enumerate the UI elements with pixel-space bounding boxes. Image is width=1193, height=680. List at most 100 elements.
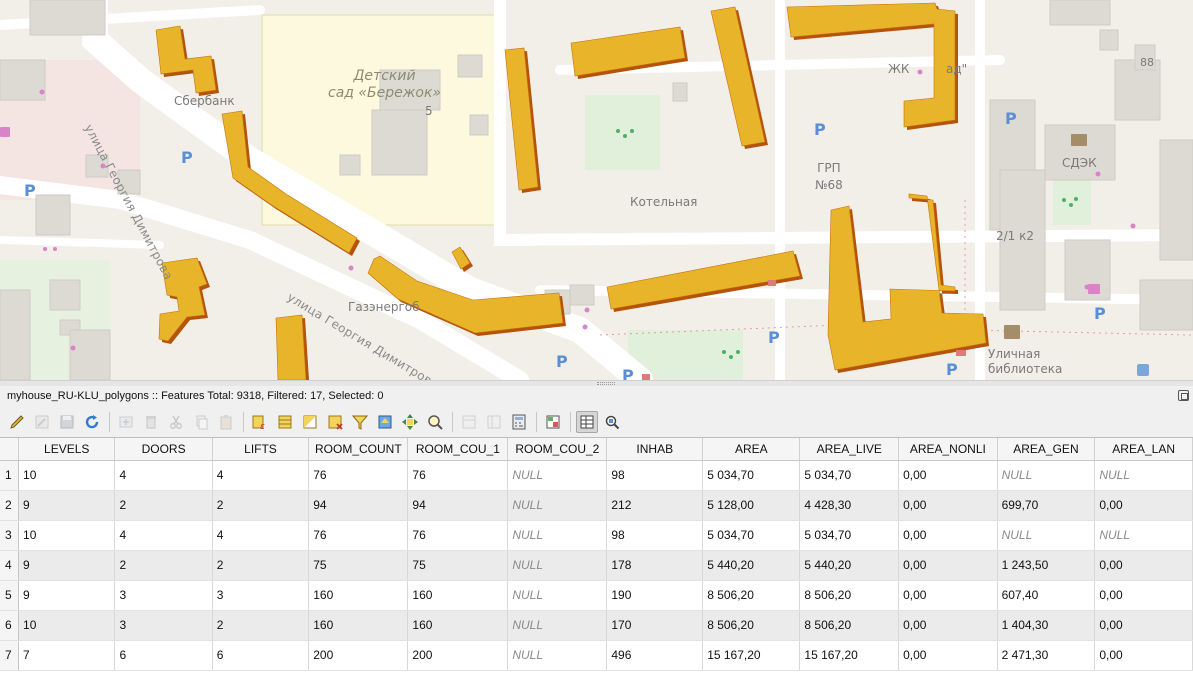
table-cell[interactable]: 10: [18, 460, 116, 491]
table-row[interactable]: 7 7 6 6 200 200 NULL 496 15 167,20 15 167,20 0,00 2…: [0, 640, 1193, 671]
table-cell[interactable]: 98: [606, 460, 704, 491]
table-cell[interactable]: 8 506,20: [702, 580, 801, 611]
table-row[interactable]: 5 9 3 3 160 160 NULL 190 8 506,20 8 506,20 0,00 607…: [0, 580, 1193, 611]
table-cell[interactable]: 2 471,30: [997, 640, 1096, 671]
table-cell[interactable]: 3: [114, 580, 213, 611]
table-cell[interactable]: 76: [308, 460, 409, 491]
table-cell[interactable]: 0,00: [1094, 640, 1193, 671]
conditional-format-button[interactable]: [542, 411, 564, 433]
table-cell[interactable]: 4: [114, 460, 213, 491]
column-header[interactable]: INHAB: [606, 438, 704, 461]
cut-button[interactable]: [165, 411, 187, 433]
table-cell[interactable]: 0,00: [1094, 490, 1193, 521]
delete-field-button[interactable]: [483, 411, 505, 433]
table-cell[interactable]: 3: [114, 610, 213, 641]
table-cell[interactable]: 4: [212, 460, 310, 491]
move-top-button[interactable]: [374, 411, 396, 433]
table-cell[interactable]: 0,00: [898, 610, 998, 641]
multi-edit-button[interactable]: [31, 411, 53, 433]
table-row[interactable]: 3 10 4 4 76 76 NULL 98 5 034,70 5 034,70 0,00 NULL N…: [0, 520, 1193, 551]
table-cell[interactable]: 2: [212, 490, 310, 521]
table-cell[interactable]: NULL: [507, 520, 608, 551]
table-cell[interactable]: 607,40: [997, 580, 1096, 611]
table-row[interactable]: 2 9 2 2 94 94 NULL 212 5 128,00 4 428,30 0,00 699,7…: [0, 490, 1193, 521]
table-cell[interactable]: 76: [407, 520, 509, 551]
table-cell[interactable]: 699,70: [997, 490, 1096, 521]
table-cell[interactable]: 8 506,20: [702, 610, 801, 641]
table-cell[interactable]: 1 243,50: [997, 550, 1096, 581]
delete-button[interactable]: [140, 411, 162, 433]
table-cell[interactable]: 4 428,30: [799, 490, 900, 521]
select-expression-button[interactable]: ε: [249, 411, 271, 433]
table-cell[interactable]: 0,00: [898, 640, 998, 671]
add-feature-button[interactable]: [115, 411, 137, 433]
table-cell[interactable]: 9: [18, 580, 116, 611]
splitter-grip[interactable]: [597, 382, 615, 385]
table-cell[interactable]: NULL: [507, 550, 608, 581]
attribute-grid[interactable]: LEVELS DOORS LIFTS ROOM_COUNT ROOM_COU_1 ROOM…: [0, 438, 1193, 671]
table-cell[interactable]: 98: [606, 520, 704, 551]
table-cell[interactable]: 160: [308, 610, 409, 641]
table-cell[interactable]: 5 034,70: [799, 520, 900, 551]
table-cell[interactable]: 75: [308, 550, 409, 581]
table-cell[interactable]: NULL: [1094, 520, 1193, 551]
table-cell[interactable]: NULL: [507, 580, 608, 611]
table-cell[interactable]: 160: [308, 580, 409, 611]
row-header[interactable]: 7: [0, 640, 20, 671]
table-cell[interactable]: 8 506,20: [799, 580, 900, 611]
row-header[interactable]: 1: [0, 460, 20, 491]
table-cell[interactable]: 8 506,20: [799, 610, 900, 641]
table-cell[interactable]: NULL: [997, 460, 1096, 491]
table-cell[interactable]: 5 128,00: [702, 490, 801, 521]
table-cell[interactable]: NULL: [997, 520, 1096, 551]
pencil-button[interactable]: [6, 411, 28, 433]
table-cell[interactable]: 5 034,70: [799, 460, 900, 491]
column-header[interactable]: AREA: [702, 438, 801, 461]
table-cell[interactable]: 76: [308, 520, 409, 551]
table-cell[interactable]: 160: [407, 580, 509, 611]
invert-selection-button[interactable]: [299, 411, 321, 433]
deselect-button[interactable]: [324, 411, 346, 433]
filter-button[interactable]: [349, 411, 371, 433]
column-header[interactable]: ROOM_COU_2: [507, 438, 608, 461]
table-cell[interactable]: 9: [18, 490, 116, 521]
table-cell[interactable]: 10: [18, 520, 116, 551]
table-cell[interactable]: 0,00: [898, 580, 998, 611]
table-cell[interactable]: 0,00: [898, 520, 998, 551]
row-header[interactable]: 2: [0, 490, 20, 521]
table-cell[interactable]: 7: [18, 640, 116, 671]
column-header[interactable]: DOORS: [114, 438, 213, 461]
zoom-to-button[interactable]: [424, 411, 446, 433]
table-cell[interactable]: 15 167,20: [702, 640, 801, 671]
table-cell[interactable]: 496: [606, 640, 704, 671]
new-field-button[interactable]: [458, 411, 480, 433]
column-header[interactable]: ROOM_COUNT: [308, 438, 409, 461]
column-header[interactable]: AREA_LIVE: [799, 438, 900, 461]
table-cell[interactable]: NULL: [507, 640, 608, 671]
table-cell[interactable]: NULL: [507, 490, 608, 521]
table-cell[interactable]: 2: [114, 550, 213, 581]
table-cell[interactable]: 160: [407, 610, 509, 641]
table-cell[interactable]: 76: [407, 460, 509, 491]
pan-to-button[interactable]: [399, 411, 421, 433]
table-cell[interactable]: 6: [114, 640, 213, 671]
row-header[interactable]: 3: [0, 520, 20, 551]
table-cell[interactable]: 2: [114, 490, 213, 521]
corner-cell[interactable]: [0, 438, 20, 461]
attribute-table[interactable]: LEVELS DOORS LIFTS ROOM_COUNT ROOM_COU_1 ROOM…: [0, 437, 1193, 680]
table-cell[interactable]: 0,00: [898, 490, 998, 521]
table-cell[interactable]: 9: [18, 550, 116, 581]
column-header[interactable]: ROOM_COU_1: [407, 438, 509, 461]
table-cell[interactable]: 190: [606, 580, 704, 611]
column-header[interactable]: LEVELS: [18, 438, 116, 461]
map-canvas[interactable]: Детский сад «Бережок» 5 Сбербанк улица Г…: [0, 0, 1193, 380]
table-cell[interactable]: 5 440,20: [702, 550, 801, 581]
table-row[interactable]: 1 10 4 4 76 76 NULL 98 5 034,70 5 034,70 0,00 NULL N…: [0, 460, 1193, 491]
table-cell[interactable]: 2: [212, 610, 310, 641]
table-cell[interactable]: 5 440,20: [799, 550, 900, 581]
table-cell[interactable]: 0,00: [898, 460, 998, 491]
table-cell[interactable]: 5 034,70: [702, 520, 801, 551]
table-cell[interactable]: 4: [212, 520, 310, 551]
column-header[interactable]: AREA_NONLI: [898, 438, 998, 461]
row-header[interactable]: 4: [0, 550, 20, 581]
